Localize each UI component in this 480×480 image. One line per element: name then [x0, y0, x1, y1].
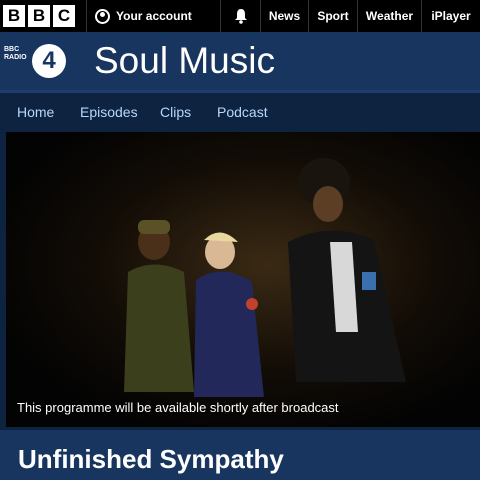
episode-title: Unfinished Sympathy — [18, 444, 284, 474]
episode-band: Unfinished Sympathy — [0, 430, 480, 480]
bbc-logo-letter: C — [53, 5, 75, 27]
nav-weather[interactable]: Weather — [357, 0, 421, 32]
programme-nav: Home Episodes Clips Podcast — [0, 90, 480, 132]
bell-icon — [234, 9, 247, 24]
hero-image: This programme will be available shortly… — [6, 132, 480, 427]
bbc-top-bar: B B C Your account News Sport Weather iP… — [0, 0, 480, 32]
nav-news[interactable]: News — [260, 0, 308, 32]
tab-home[interactable]: Home — [17, 104, 54, 120]
bbc-logo[interactable]: B B C — [0, 0, 86, 32]
band-photo — [6, 132, 480, 427]
tab-podcast[interactable]: Podcast — [217, 104, 268, 120]
account-link[interactable]: Your account — [86, 0, 220, 32]
bbc-logo-letter: B — [28, 5, 50, 27]
radio-4-wordmark: BBC RADIO — [4, 46, 27, 61]
programme-title[interactable]: Soul Music — [94, 40, 275, 82]
tab-clips[interactable]: Clips — [160, 104, 191, 120]
notifications-button[interactable] — [220, 0, 260, 32]
radio-4-number: 4 — [32, 44, 66, 78]
tab-episodes[interactable]: Episodes — [80, 104, 138, 120]
user-icon — [95, 8, 110, 24]
account-label: Your account — [116, 9, 192, 23]
nav-sport[interactable]: Sport — [308, 0, 357, 32]
programme-header: BBC RADIO 4 Soul Music — [0, 32, 480, 90]
nav-iplayer[interactable]: iPlayer — [421, 0, 480, 32]
bbc-logo-letter: B — [3, 5, 25, 27]
availability-caption: This programme will be available shortly… — [17, 400, 339, 415]
radio-4-logo[interactable]: BBC RADIO 4 — [4, 38, 68, 84]
